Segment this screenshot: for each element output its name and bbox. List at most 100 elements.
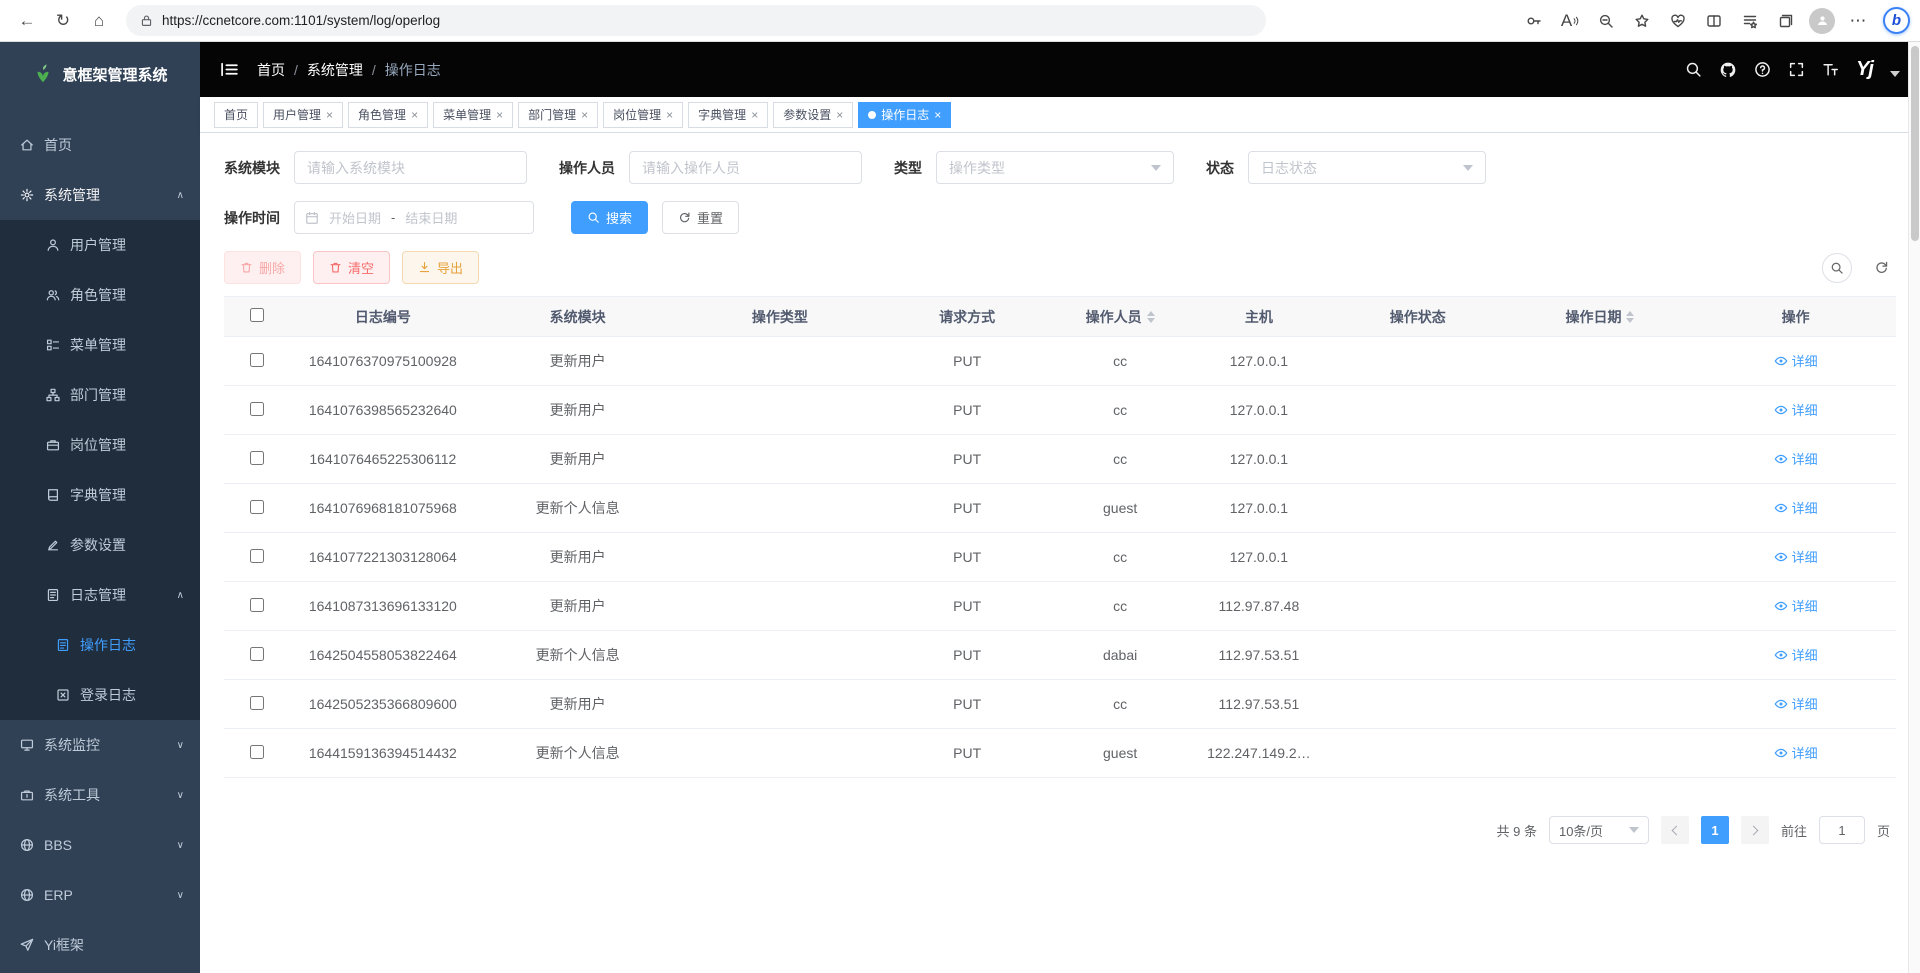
date-range-picker[interactable]: 开始日期 - 结束日期 (294, 201, 534, 234)
row-checkbox[interactable] (250, 598, 264, 612)
tab-param-settings[interactable]: 参数设置× (773, 102, 853, 128)
close-icon[interactable]: × (326, 108, 333, 122)
sidebar-item-oper-log[interactable]: 操作日志 (0, 620, 200, 670)
tab-dept-mgmt[interactable]: 部门管理× (518, 102, 598, 128)
browser-home-button[interactable]: ⌂ (82, 5, 116, 37)
sidebar-item-user-mgmt[interactable]: 用户管理 (0, 220, 200, 270)
github-icon[interactable] (1719, 61, 1737, 79)
tab-menu-mgmt[interactable]: 菜单管理× (433, 102, 513, 128)
status-select[interactable]: 日志状态 (1248, 151, 1486, 184)
sidebar-item-param-settings[interactable]: 参数设置 (0, 520, 200, 570)
sidebar-item-home[interactable]: 首页 (0, 120, 200, 170)
detail-link[interactable]: 详细 (1774, 743, 1818, 762)
page-scrollbar[interactable] (1908, 42, 1920, 973)
type-select[interactable]: 操作类型 (936, 151, 1174, 184)
row-checkbox[interactable] (250, 745, 264, 759)
detail-link[interactable]: 详细 (1774, 400, 1818, 419)
sidebar-item-system-monitor[interactable]: 系统监控 ∨ (0, 720, 200, 770)
browser-profile-avatar[interactable] (1805, 5, 1839, 37)
sidebar-item-login-log[interactable]: 登录日志 (0, 670, 200, 720)
export-button[interactable]: 导出 (402, 251, 479, 284)
row-checkbox[interactable] (250, 500, 264, 514)
close-icon[interactable]: × (581, 108, 588, 122)
operator-input[interactable] (629, 151, 862, 184)
collections-icon[interactable] (1769, 5, 1803, 37)
breadcrumb-home[interactable]: 首页 (257, 60, 285, 80)
clear-button[interactable]: 清空 (313, 251, 390, 284)
bing-chat-icon[interactable]: b (1883, 7, 1910, 34)
read-aloud-icon[interactable]: A (1553, 5, 1587, 37)
detail-link[interactable]: 详细 (1774, 596, 1818, 615)
goto-page-input[interactable] (1819, 816, 1865, 844)
select-all-checkbox[interactable] (250, 308, 264, 322)
sidebar-item-system-tools[interactable]: 系统工具 ∨ (0, 770, 200, 820)
sidebar-item-log-mgmt[interactable]: 日志管理 ∧ (0, 570, 200, 620)
detail-link[interactable]: 详细 (1774, 351, 1818, 370)
detail-link[interactable]: 详细 (1774, 645, 1818, 664)
delete-button[interactable]: 删除 (224, 251, 301, 284)
tab-user-mgmt[interactable]: 用户管理× (263, 102, 343, 128)
sidebar-item-bbs[interactable]: BBS ∨ (0, 820, 200, 870)
close-icon[interactable]: × (496, 108, 503, 122)
close-icon[interactable]: × (934, 108, 941, 122)
user-avatar[interactable]: Yj (1856, 58, 1873, 81)
row-checkbox[interactable] (250, 402, 264, 416)
next-page-button[interactable] (1741, 816, 1769, 844)
favorites-icon[interactable] (1733, 5, 1767, 37)
close-icon[interactable]: × (666, 108, 673, 122)
sidebar-item-role-mgmt[interactable]: 角色管理 (0, 270, 200, 320)
split-screen-icon[interactable] (1697, 5, 1731, 37)
zoom-out-icon[interactable] (1589, 5, 1623, 37)
sidebar-item-erp[interactable]: ERP ∨ (0, 870, 200, 920)
detail-link[interactable]: 详细 (1774, 694, 1818, 713)
header-search-icon[interactable] (1685, 61, 1702, 78)
col-operator[interactable]: 操作人员 (1053, 297, 1187, 337)
detail-link[interactable]: 详细 (1774, 547, 1818, 566)
browser-essentials-icon[interactable] (1661, 5, 1695, 37)
page-size-select[interactable]: 10条/页 (1549, 816, 1649, 844)
browser-refresh-button[interactable]: ↻ (46, 5, 80, 37)
hide-search-button[interactable] (1822, 253, 1852, 283)
page-number-button[interactable]: 1 (1701, 816, 1729, 844)
row-checkbox[interactable] (250, 696, 264, 710)
sidebar-toggle-icon[interactable] (220, 61, 239, 78)
favorites-add-icon[interactable] (1625, 5, 1659, 37)
sort-caret-icon[interactable] (1626, 311, 1634, 323)
sidebar-item-dict-mgmt[interactable]: 字典管理 (0, 470, 200, 520)
row-checkbox[interactable] (250, 549, 264, 563)
help-icon[interactable] (1754, 61, 1771, 78)
row-checkbox[interactable] (250, 647, 264, 661)
scrollbar-thumb[interactable] (1911, 46, 1919, 241)
refresh-table-button[interactable] (1866, 253, 1896, 283)
prev-page-button[interactable] (1661, 816, 1689, 844)
module-input[interactable] (294, 151, 527, 184)
tab-post-mgmt[interactable]: 岗位管理× (603, 102, 683, 128)
search-button[interactable]: 搜索 (571, 201, 648, 234)
row-checkbox[interactable] (250, 451, 264, 465)
font-size-icon[interactable] (1822, 61, 1839, 78)
tab-dict-mgmt[interactable]: 字典管理× (688, 102, 768, 128)
browser-address-bar[interactable]: https://ccnetcore.com:1101/system/log/op… (126, 5, 1266, 36)
browser-more-button[interactable]: ⋯ (1841, 5, 1875, 37)
sort-caret-icon[interactable] (1147, 311, 1155, 323)
sidebar-item-yi-framework[interactable]: Yi框架 (0, 920, 200, 970)
close-icon[interactable]: × (411, 108, 418, 122)
tab-home[interactable]: 首页 (214, 102, 258, 128)
detail-link[interactable]: 详细 (1774, 498, 1818, 517)
reset-button[interactable]: 重置 (662, 201, 739, 234)
sidebar-item-post-mgmt[interactable]: 岗位管理 (0, 420, 200, 470)
sidebar-item-menu-mgmt[interactable]: 菜单管理 (0, 320, 200, 370)
sidebar-item-system-mgmt[interactable]: 系统管理 ∧ (0, 170, 200, 220)
tab-oper-log[interactable]: 操作日志× (858, 102, 951, 128)
col-date[interactable]: 操作日期 (1505, 297, 1696, 337)
fullscreen-icon[interactable] (1788, 61, 1805, 78)
user-menu-caret-icon[interactable] (1890, 71, 1900, 77)
tab-role-mgmt[interactable]: 角色管理× (348, 102, 428, 128)
browser-back-button[interactable]: ← (10, 5, 44, 37)
detail-link[interactable]: 详细 (1774, 449, 1818, 468)
key-icon[interactable] (1517, 5, 1551, 37)
sidebar-item-dept-mgmt[interactable]: 部门管理 (0, 370, 200, 420)
close-icon[interactable]: × (836, 108, 843, 122)
row-checkbox[interactable] (250, 353, 264, 367)
close-icon[interactable]: × (751, 108, 758, 122)
